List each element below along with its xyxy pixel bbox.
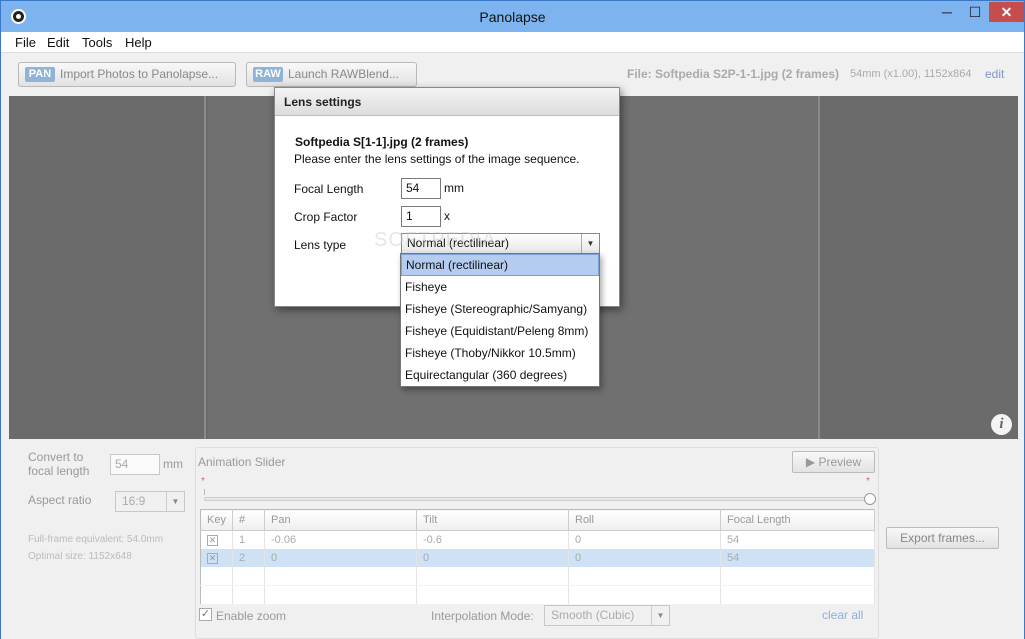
menu-help[interactable]: Help <box>125 35 152 50</box>
col-number[interactable]: # <box>232 509 265 531</box>
animation-slider-track[interactable] <box>204 497 871 501</box>
table-row-empty <box>200 585 875 605</box>
aspect-ratio-select[interactable]: 16:9 ▼ <box>115 491 185 512</box>
watermark: SOFTPEDIA <box>374 229 497 251</box>
col-roll[interactable]: Roll <box>568 509 721 531</box>
table-cell[interactable]: -0.06 <box>264 530 417 549</box>
dialog-title[interactable]: Lens settings <box>275 88 619 116</box>
file-info: File: Softpedia S2P-1-1.jpg (2 frames) <box>627 67 840 81</box>
table-cell: 2 <box>232 548 265 567</box>
file-details: 54mm (x1.00), 1152x864 <box>850 68 972 80</box>
interpolation-label: Interpolation Mode: <box>431 609 534 623</box>
frame-left-panel <box>9 96 206 439</box>
convert-focal-input[interactable]: 54 <box>110 454 160 475</box>
lens-option-fisheye[interactable]: Fisheye <box>401 276 599 298</box>
optimal-size: Optimal size: 1152x648 <box>28 551 132 562</box>
col-tilt[interactable]: Tilt <box>416 509 569 531</box>
table-row[interactable]: ✕ 2 0 0 0 54 <box>200 548 875 567</box>
col-pan[interactable]: Pan <box>264 509 417 531</box>
slider-tick-start <box>204 489 205 495</box>
lens-option-fisheye-stereographic[interactable]: Fisheye (Stereographic/Samyang) <box>401 298 599 320</box>
lens-option-fisheye-equidistant[interactable]: Fisheye (Equidistant/Peleng 8mm) <box>401 320 599 342</box>
play-icon: ▶ <box>805 455 819 469</box>
lens-option-normal[interactable]: Normal (rectilinear) <box>401 254 599 276</box>
info-icon[interactable]: i <box>991 414 1012 435</box>
table-cell: 1 <box>232 530 265 549</box>
table-row[interactable]: ✕ 1 -0.06 -0.6 0 54 <box>200 530 875 549</box>
focal-length-unit: mm <box>444 181 464 195</box>
convert-label-line1: Convert to <box>28 450 84 464</box>
chevron-down-icon: ▼ <box>166 492 184 511</box>
interpolation-value: Smooth (Cubic) <box>551 608 635 622</box>
table-cell[interactable]: -0.6 <box>416 530 569 549</box>
keyframe-marker-start: * <box>201 476 205 487</box>
title-bar[interactable]: Panolapse ─ ☐ ✕ <box>1 1 1024 32</box>
crop-factor-label: Crop Factor <box>294 210 358 224</box>
animation-slider-title: Animation Slider <box>198 455 286 469</box>
col-focal-length[interactable]: Focal Length <box>720 509 875 531</box>
pan-badge: PAN <box>25 67 55 82</box>
convert-label-line2: focal length <box>28 464 90 478</box>
keyframe-checkbox-icon[interactable]: ✕ <box>207 552 218 564</box>
lens-type-label: Lens type <box>294 238 347 252</box>
crop-factor-unit: x <box>444 209 450 223</box>
app-window: Panolapse ─ ☐ ✕ File Edit Tools Help PAN… <box>0 0 1025 639</box>
lens-type-dropdown: Normal (rectilinear) Fisheye Fisheye (St… <box>400 253 600 387</box>
preview-label: Preview <box>818 455 862 469</box>
menu-tools[interactable]: Tools <box>82 35 112 50</box>
close-button[interactable]: ✕ <box>989 2 1024 22</box>
launch-rawblend-button[interactable]: RAW Launch RAWBlend... <box>246 62 417 87</box>
keyframe-checkbox-icon[interactable]: ✕ <box>207 534 218 546</box>
table-cell[interactable]: 0 <box>416 548 569 567</box>
minimize-button[interactable]: ─ <box>933 2 961 22</box>
keyframe-table: Key # Pan Tilt Roll Focal Length ✕ 1 -0.… <box>200 509 875 605</box>
table-header-row: Key # Pan Tilt Roll Focal Length <box>200 509 875 531</box>
animation-slider-thumb[interactable] <box>864 493 876 505</box>
key-cell[interactable]: ✕ <box>200 530 233 549</box>
lens-option-equirectangular[interactable]: Equirectangular (360 degrees) <box>401 364 599 386</box>
aspect-ratio-value: 16:9 <box>122 494 146 508</box>
menu-bar: File Edit Tools Help <box>1 32 1024 53</box>
col-key[interactable]: Key <box>200 509 233 531</box>
export-frames-button[interactable]: Export frames... <box>886 527 999 549</box>
preview-button[interactable]: ▶ Preview <box>792 451 875 473</box>
fullframe-equivalent: Full-frame equivalent: 54.0mm <box>28 534 164 545</box>
table-row-empty <box>200 566 875 586</box>
maximize-button[interactable]: ☐ <box>961 2 989 22</box>
enable-zoom-label: Enable zoom <box>216 609 287 623</box>
table-cell[interactable]: 0 <box>264 548 417 567</box>
focal-length-input[interactable]: 54 <box>401 178 441 199</box>
dialog-file-name: Softpedia S[1-1].jpg (2 frames) <box>295 135 469 149</box>
focal-length-label: Focal Length <box>294 182 364 196</box>
launch-rawblend-label: Launch RAWBlend... <box>288 67 399 81</box>
table-cell[interactable]: 54 <box>720 548 875 567</box>
import-photos-button[interactable]: PAN Import Photos to Panolapse... <box>18 62 236 87</box>
edit-link[interactable]: edit <box>985 67 1004 81</box>
keyframe-marker-end: * <box>866 476 870 487</box>
raw-badge: RAW <box>253 67 283 82</box>
clear-all-link[interactable]: clear all <box>822 608 863 622</box>
menu-file[interactable]: File <box>15 35 36 50</box>
aspect-ratio-label: Aspect ratio <box>28 493 92 507</box>
table-cell[interactable]: 0 <box>568 530 721 549</box>
crop-factor-input[interactable]: 1 <box>401 206 441 227</box>
chevron-down-icon: ▼ <box>651 606 669 625</box>
enable-zoom-checkbox[interactable]: ✓ <box>199 608 212 621</box>
table-cell[interactable]: 54 <box>720 530 875 549</box>
lens-option-fisheye-thoby[interactable]: Fisheye (Thoby/Nikkor 10.5mm) <box>401 342 599 364</box>
window-title: Panolapse <box>479 9 546 25</box>
interpolation-select[interactable]: Smooth (Cubic) ▼ <box>544 605 670 626</box>
key-cell[interactable]: ✕ <box>200 548 233 567</box>
menu-edit[interactable]: Edit <box>47 35 69 50</box>
chevron-down-icon[interactable]: ▼ <box>581 234 599 253</box>
convert-focal-unit: mm <box>163 457 183 471</box>
dialog-prompt: Please enter the lens settings of the im… <box>294 152 580 166</box>
table-cell[interactable]: 0 <box>568 548 721 567</box>
import-photos-label: Import Photos to Panolapse... <box>60 67 219 81</box>
